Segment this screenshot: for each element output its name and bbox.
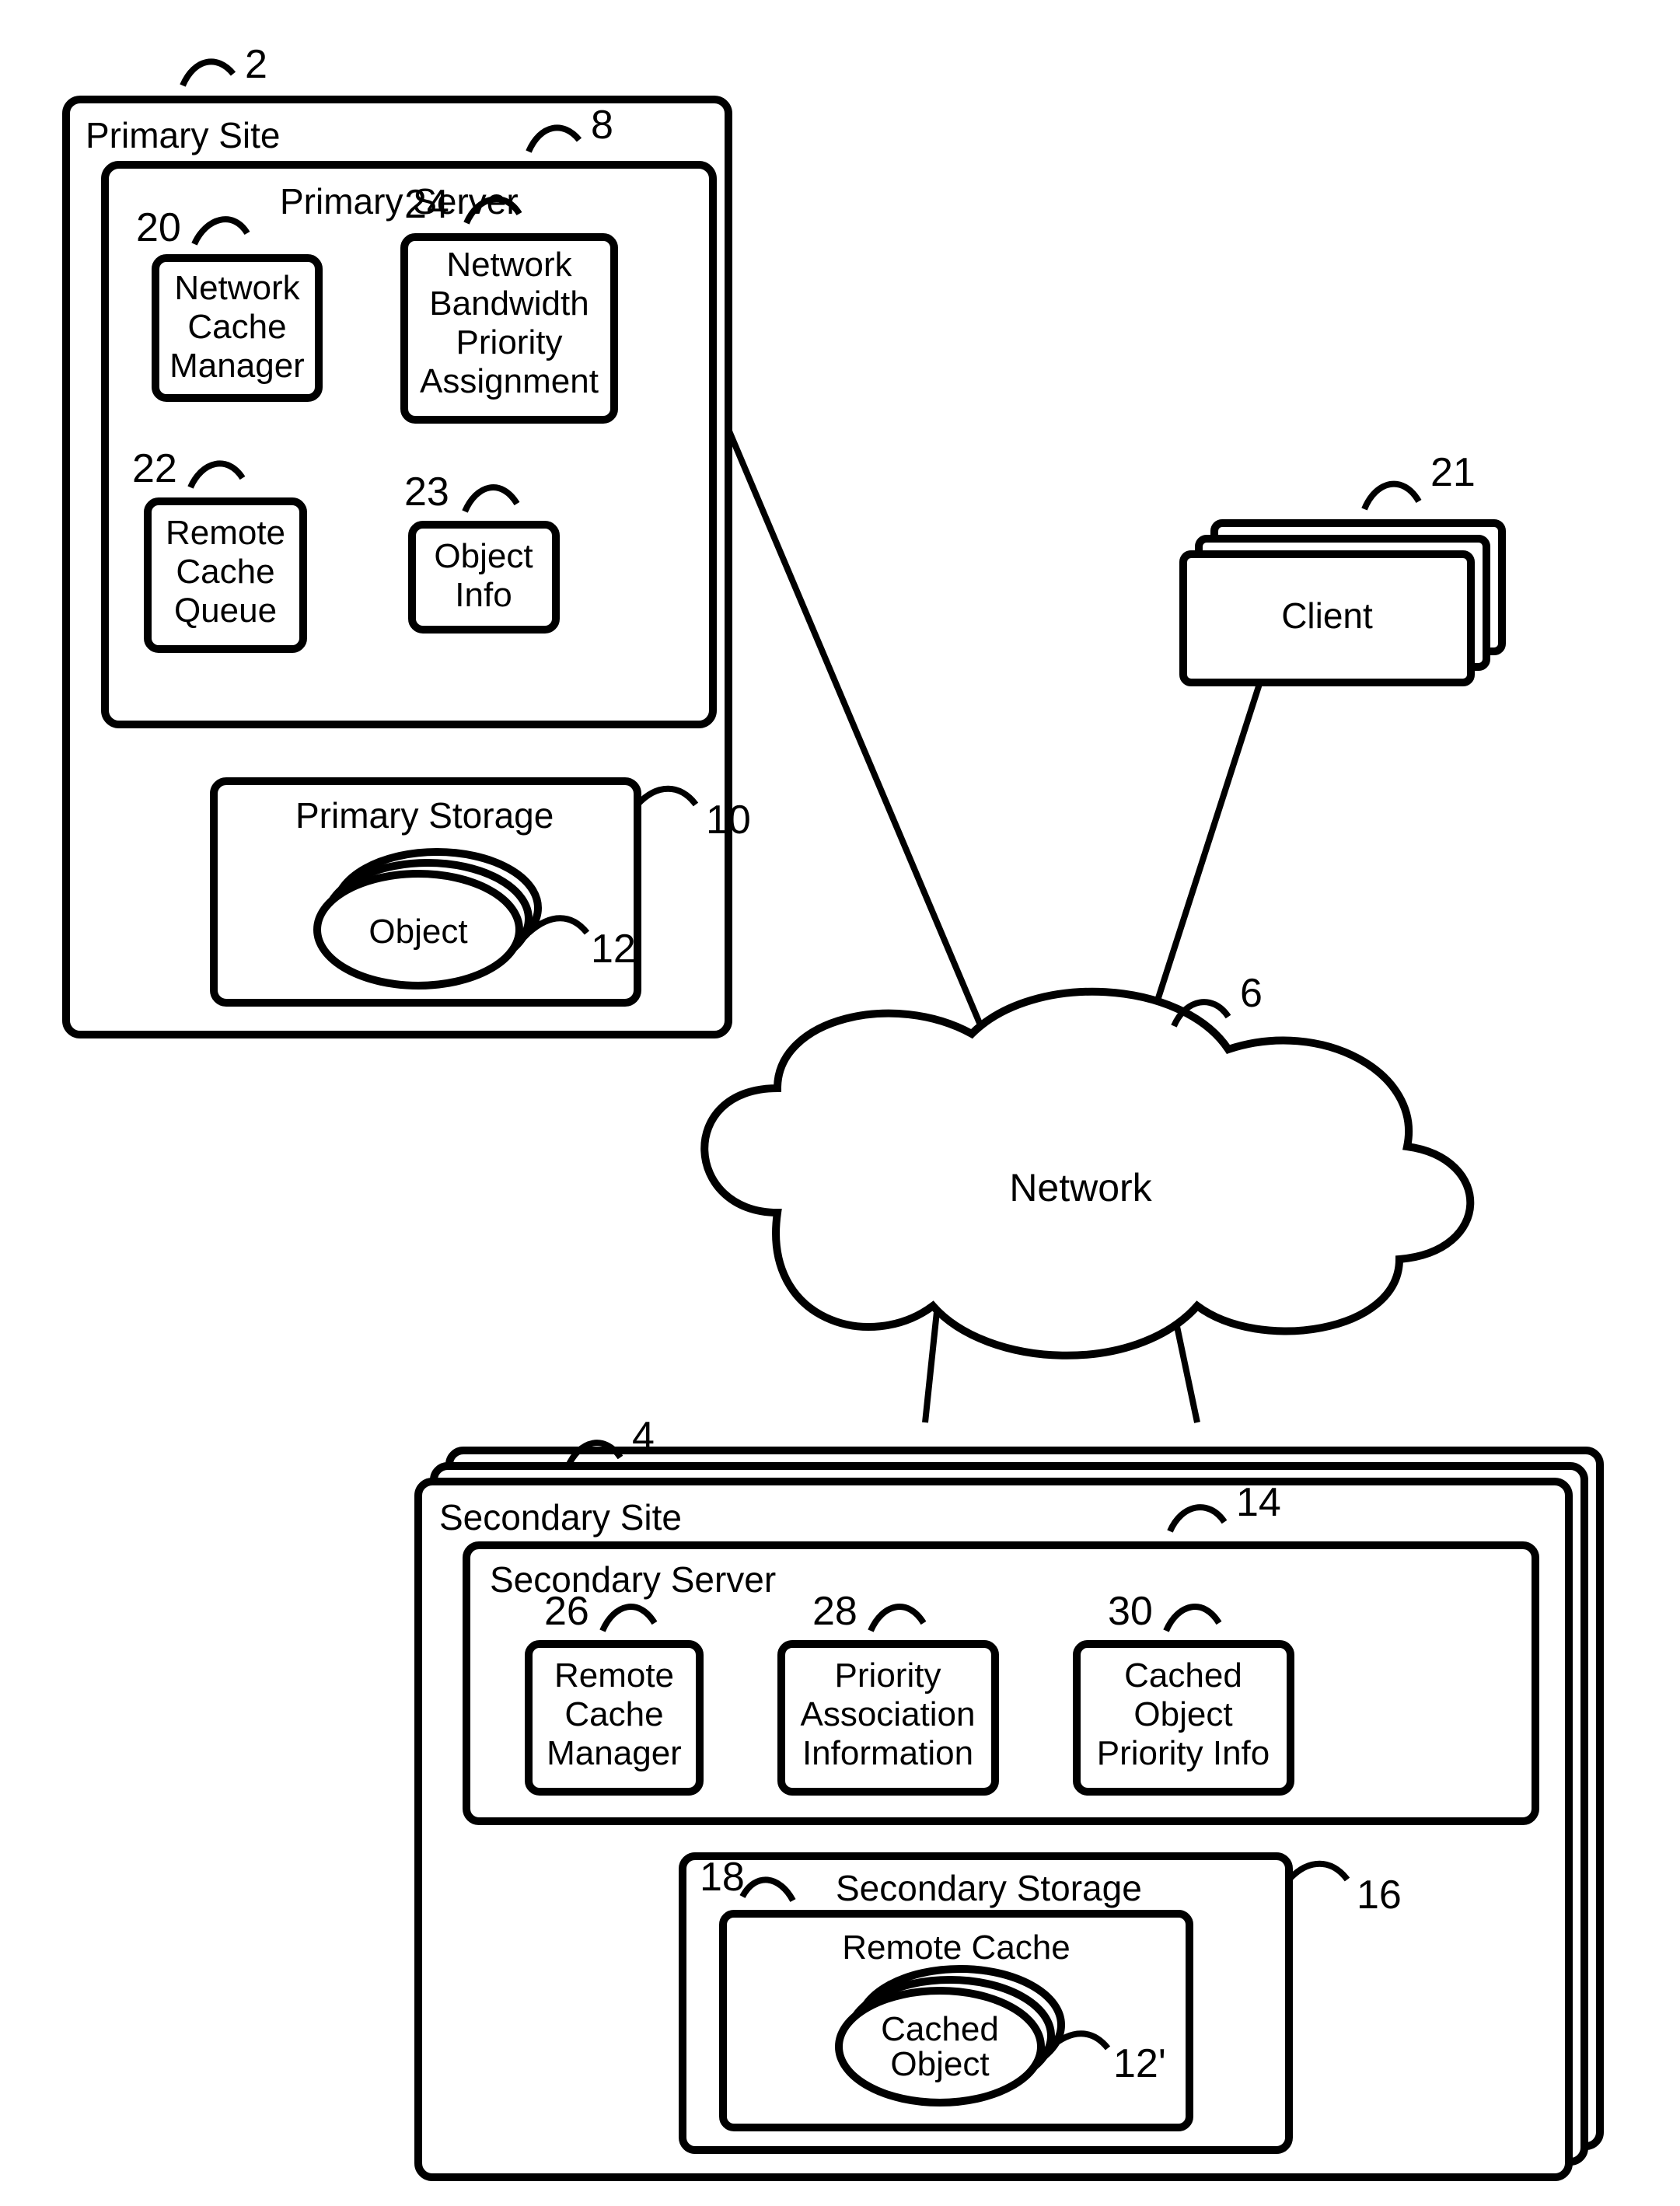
network-label: Network: [1009, 1166, 1152, 1209]
ref-6: 6: [1240, 971, 1263, 1016]
ref-4: 4: [632, 1414, 655, 1459]
svg-text:Info: Info: [455, 576, 512, 614]
svg-text:Remote: Remote: [554, 1656, 674, 1695]
svg-text:Priority Info: Priority Info: [1097, 1734, 1270, 1772]
ref-20: 20: [136, 205, 181, 250]
primary-site: Primary Site 2 Primary Server 8 Network …: [66, 42, 751, 1035]
svg-text:Manager: Manager: [169, 347, 305, 385]
client-stack: Client 21: [1183, 450, 1502, 682]
svg-text:Priority: Priority: [456, 323, 563, 361]
svg-text:Object: Object: [890, 2045, 989, 2083]
remote-cache-label: Remote Cache: [842, 1929, 1070, 1967]
ref-24: 24: [404, 182, 449, 227]
ref-16: 16: [1357, 1873, 1402, 1918]
svg-text:Information: Information: [802, 1734, 973, 1772]
svg-text:Bandwidth: Bandwidth: [429, 284, 589, 323]
primary-site-label: Primary Site: [86, 115, 280, 155]
svg-text:Object: Object: [434, 537, 533, 575]
svg-text:Object: Object: [1133, 1695, 1232, 1733]
primary-server: Primary Server 8 Network Cache Manager 2…: [105, 103, 713, 724]
network-cloud: Network 6: [704, 971, 1470, 1356]
svg-text:Network: Network: [446, 246, 572, 284]
svg-text:Queue: Queue: [174, 592, 277, 630]
svg-text:Cached: Cached: [1124, 1656, 1242, 1695]
ref-8: 8: [591, 103, 613, 148]
ref-30: 30: [1108, 1589, 1153, 1634]
secondary-server-label: Secondary Server: [490, 1559, 776, 1600]
client-label: Client: [1281, 595, 1373, 636]
secondary-storage-label: Secondary Storage: [836, 1868, 1142, 1908]
ref-18: 18: [700, 1855, 745, 1900]
svg-text:Remote: Remote: [166, 514, 285, 552]
ref-12: 12: [591, 927, 636, 972]
secondary-site-label: Secondary Site: [439, 1497, 682, 1538]
ref-2: 2: [245, 42, 267, 87]
ref-26: 26: [544, 1589, 589, 1634]
svg-text:Object: Object: [368, 913, 467, 951]
svg-text:Cache: Cache: [187, 308, 286, 346]
primary-storage-label: Primary Storage: [295, 795, 554, 836]
svg-text:Assignment: Assignment: [420, 362, 599, 400]
ref-10: 10: [706, 798, 751, 843]
ref-21: 21: [1430, 450, 1476, 495]
svg-text:Cache: Cache: [564, 1695, 663, 1733]
svg-text:Association: Association: [800, 1695, 975, 1733]
ref-22: 22: [132, 446, 177, 491]
secondary-site-stack: Secondary Site 4 Secondary Server 14 Rem…: [418, 1414, 1600, 2177]
ref-23: 23: [404, 469, 449, 515]
ref-14: 14: [1236, 1480, 1281, 1525]
svg-text:Manager: Manager: [547, 1734, 682, 1772]
svg-text:Cache: Cache: [176, 553, 274, 591]
ref-28: 28: [812, 1589, 857, 1634]
svg-text:Network: Network: [174, 269, 300, 307]
ref-12p: 12': [1113, 2041, 1166, 2086]
svg-text:Cached: Cached: [881, 2010, 999, 2048]
svg-text:Priority: Priority: [835, 1656, 941, 1695]
